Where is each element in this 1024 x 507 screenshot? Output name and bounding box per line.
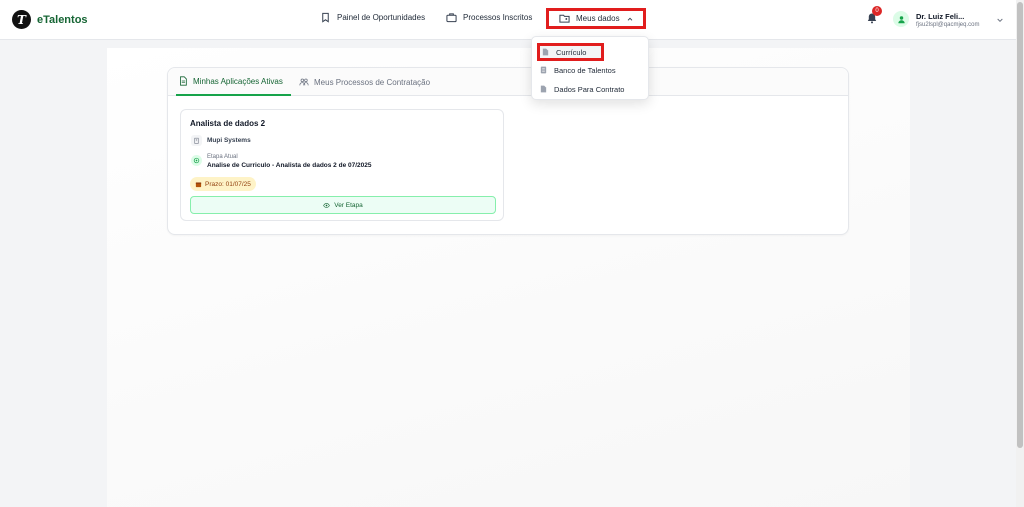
ver-etapa-button[interactable]: Ver Etapa — [190, 196, 496, 214]
nav-painel-oportunidades[interactable]: Painel de Oportunidades — [320, 12, 425, 23]
calendar-icon — [195, 181, 202, 187]
nav-meus-dados[interactable]: Meus dados — [546, 8, 646, 29]
tab-label: Minhas Aplicações Ativas — [193, 76, 283, 86]
document-icon — [180, 76, 187, 86]
deadline-text: Prazo: 01/07/25 — [205, 180, 251, 188]
scrollbar-thumb[interactable] — [1017, 2, 1023, 448]
menu-item-banco-talentos[interactable]: Banco de Talentos — [540, 63, 616, 77]
database-icon — [540, 66, 547, 74]
folder-user-icon — [559, 14, 570, 23]
nav-label: Painel de Oportunidades — [337, 13, 426, 22]
menu-item-curriculo[interactable]: Currículo — [537, 43, 604, 61]
application-card: Analista de dados 2 Mupi Systems Etapa A… — [180, 109, 504, 221]
chevron-up-icon — [627, 17, 632, 21]
eye-icon — [323, 202, 330, 208]
stage-icon — [191, 155, 202, 166]
menu-item-label: Currículo — [556, 47, 587, 57]
tab-minhas-aplicacoes[interactable]: Minhas Aplicações Ativas — [176, 68, 291, 96]
brand-name: eTalentos — [37, 13, 88, 26]
user-icon — [897, 15, 905, 23]
logo-icon: T — [12, 10, 31, 29]
avatar[interactable] — [893, 11, 909, 27]
menu-item-label: Dados Para Contrato — [554, 84, 625, 94]
applications-panel: Minhas Aplicações Ativas Meus Processos … — [167, 67, 849, 235]
menu-item-dados-contrato[interactable]: Dados Para Contrato — [540, 82, 624, 96]
meus-dados-dropdown: Currículo Banco de Talentos Dados Para C… — [531, 36, 649, 100]
menu-item-label: Banco de Talentos — [554, 65, 616, 75]
notification-badge: 0 — [872, 6, 882, 16]
company-name: Mupi Systems — [207, 137, 251, 144]
nav-label: Meus dados — [576, 14, 620, 23]
ver-etapa-label: Ver Etapa — [334, 201, 363, 209]
stage-label: Etapa Atual — [207, 154, 238, 160]
page-scrollbar[interactable] — [1016, 0, 1024, 507]
briefcase-icon — [446, 13, 457, 23]
document-icon — [540, 85, 547, 93]
nav-label: Processos Inscritos — [463, 13, 533, 22]
top-header: T eTalentos Painel de Oportunidades Proc… — [0, 0, 1016, 40]
bookmark-icon — [322, 12, 329, 23]
tab-processos-contratacao[interactable]: Meus Processos de Contratação — [299, 68, 430, 96]
user-email: fjsu2lspl@qacmjeq.com — [916, 22, 980, 28]
users-icon — [299, 78, 309, 86]
stage-value: Analise de Curriculo - Analista de dados… — [207, 162, 372, 169]
brand-logo[interactable]: T eTalentos — [12, 10, 88, 29]
building-icon — [191, 135, 202, 146]
chevron-down-icon[interactable] — [996, 16, 1004, 24]
tab-label: Meus Processos de Contratação — [314, 77, 431, 87]
deadline-badge: Prazo: 01/07/25 — [190, 177, 256, 191]
tab-bar: Minhas Aplicações Ativas Meus Processos … — [168, 68, 848, 96]
job-title: Analista de dados 2 — [190, 119, 266, 128]
nav-processos-inscritos[interactable]: Processos Inscritos — [446, 12, 532, 23]
document-icon — [542, 48, 549, 56]
user-name[interactable]: Dr. Luiz Feli... — [916, 12, 964, 21]
